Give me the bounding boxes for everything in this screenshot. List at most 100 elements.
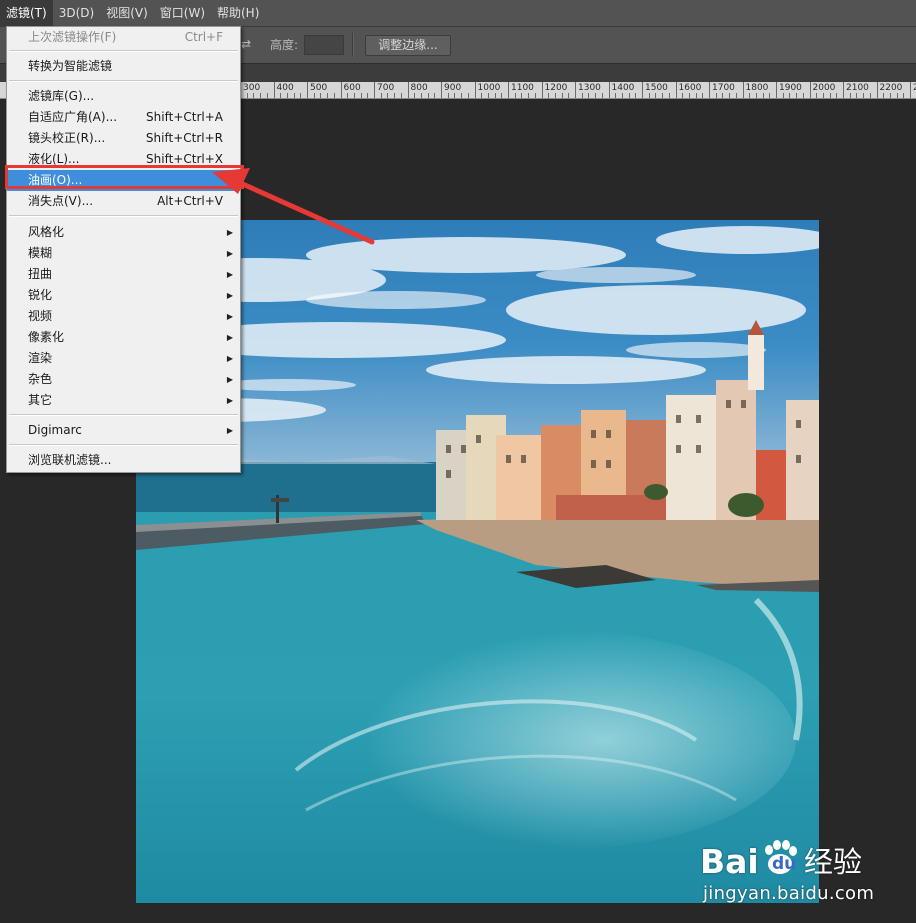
ruler-minor-tick bbox=[729, 93, 731, 98]
ruler-label: 1000 bbox=[477, 83, 501, 93]
ruler-minor-tick bbox=[595, 93, 597, 98]
ruler-minor-tick bbox=[367, 93, 369, 98]
ruler-minor-tick bbox=[266, 93, 268, 98]
ruler-minor-tick bbox=[293, 93, 295, 98]
menu-help[interactable]: 帮助(H) bbox=[211, 0, 265, 26]
ruler-minor-tick bbox=[889, 93, 891, 98]
menu-item-noise[interactable]: 杂色 ▶ bbox=[7, 369, 240, 390]
menu-item-last-filter[interactable]: 上次滤镜操作(F) Ctrl+F bbox=[7, 27, 240, 48]
menu-view[interactable]: 视图(V) bbox=[100, 0, 154, 26]
ruler-label: 1600 bbox=[678, 83, 702, 93]
ruler-minor-tick bbox=[420, 93, 422, 98]
menu-item-stylize[interactable]: 风格化 ▶ bbox=[7, 222, 240, 243]
ruler-minor-tick bbox=[514, 93, 516, 98]
submenu-arrow-icon: ▶ bbox=[226, 333, 233, 342]
ruler-minor-tick bbox=[494, 93, 496, 98]
ruler-label: 1400 bbox=[611, 83, 635, 93]
menu-item-lens-correction[interactable]: 镜头校正(R)... Shift+Ctrl+R bbox=[7, 128, 240, 149]
ruler-minor-tick bbox=[534, 93, 536, 98]
ruler-label: 2000 bbox=[812, 83, 836, 93]
ruler-minor-tick bbox=[360, 93, 362, 98]
watermark-brand-bai: Bai bbox=[700, 842, 759, 881]
ruler-minor-tick bbox=[715, 93, 717, 98]
ruler-minor-tick bbox=[300, 93, 302, 98]
menu-item-convert-smart-filter[interactable]: 转换为智能滤镜 bbox=[7, 56, 240, 77]
ruler-tick bbox=[307, 82, 308, 98]
ruler-label: 2200 bbox=[879, 83, 903, 93]
menu-item-distort[interactable]: 扭曲 ▶ bbox=[7, 264, 240, 285]
ruler-minor-tick bbox=[333, 93, 335, 98]
ruler-minor-tick bbox=[755, 93, 757, 98]
ruler-minor-tick bbox=[863, 93, 865, 98]
ruler-minor-tick bbox=[648, 93, 650, 98]
ruler-label: 600 bbox=[343, 83, 361, 93]
ruler-minor-tick bbox=[749, 93, 751, 98]
ruler-minor-tick bbox=[260, 93, 262, 98]
ruler-minor-tick bbox=[400, 93, 402, 98]
ruler-minor-tick bbox=[762, 93, 764, 98]
menu-item-vanishing-point[interactable]: 消失点(V)... Alt+Ctrl+V bbox=[7, 191, 240, 212]
menu-item-browse-online-filters[interactable]: 浏览联机滤镜... bbox=[7, 450, 240, 471]
menu-item-adaptive-wide-angle[interactable]: 自适应广角(A)... Shift+Ctrl+A bbox=[7, 107, 240, 128]
ruler-tick bbox=[709, 82, 710, 98]
ruler-minor-tick bbox=[487, 93, 489, 98]
ruler-label: 1900 bbox=[779, 83, 802, 93]
ruler-tick bbox=[474, 82, 476, 98]
ruler-minor-tick bbox=[635, 93, 637, 98]
menu-filter[interactable]: 滤镜(T) bbox=[0, 0, 53, 26]
ruler-tick bbox=[876, 82, 878, 98]
submenu-arrow-icon: ▶ bbox=[226, 228, 233, 237]
ruler-tick bbox=[374, 82, 375, 98]
submenu-arrow-icon: ▶ bbox=[226, 249, 233, 258]
menu-separator bbox=[9, 414, 238, 416]
menu-item-blur[interactable]: 模糊 ▶ bbox=[7, 243, 240, 264]
swap-icon[interactable]: ⇄ bbox=[241, 37, 255, 51]
ruler-minor-tick bbox=[447, 93, 449, 98]
ruler-minor-tick bbox=[668, 93, 670, 98]
ruler-label: 1500 bbox=[645, 83, 668, 93]
watermark-url: jingyan.baidu.com bbox=[703, 883, 875, 904]
menu-3d[interactable]: 3D(D) bbox=[53, 0, 100, 26]
height-label: 高度: bbox=[270, 38, 299, 52]
ruler-minor-tick bbox=[782, 93, 784, 98]
ruler-minor-tick bbox=[280, 93, 282, 98]
menu-item-sharpen[interactable]: 锐化 ▶ bbox=[7, 285, 240, 306]
ruler-minor-tick bbox=[695, 93, 697, 98]
ruler-minor-tick bbox=[615, 93, 617, 98]
ruler-minor-tick bbox=[849, 93, 851, 98]
ruler-minor-tick bbox=[454, 93, 456, 98]
menu-item-other[interactable]: 其它 ▶ bbox=[7, 390, 240, 411]
ruler-tick bbox=[776, 82, 777, 98]
ruler-minor-tick bbox=[481, 93, 483, 98]
ruler-minor-tick bbox=[822, 93, 824, 98]
menu-separator bbox=[9, 50, 238, 52]
ruler-tick bbox=[407, 82, 409, 98]
menu-item-video[interactable]: 视频 ▶ bbox=[7, 306, 240, 327]
menu-item-filter-gallery[interactable]: 滤镜库(G)... bbox=[7, 86, 240, 107]
menu-item-digimarc[interactable]: Digimarc ▶ bbox=[7, 420, 240, 441]
menu-window[interactable]: 窗口(W) bbox=[154, 0, 211, 26]
ruler-minor-tick bbox=[347, 93, 349, 98]
ruler-minor-tick bbox=[501, 93, 503, 98]
ruler-minor-tick bbox=[856, 93, 858, 98]
ruler-minor-tick bbox=[394, 93, 396, 98]
ruler-minor-tick bbox=[628, 93, 630, 98]
ruler-label: 700 bbox=[377, 83, 395, 93]
ruler-minor-tick bbox=[353, 93, 355, 98]
menu-item-render[interactable]: 渲染 ▶ bbox=[7, 348, 240, 369]
ruler-tick bbox=[642, 82, 643, 98]
ruler-minor-tick bbox=[816, 93, 818, 98]
menu-item-pixelate[interactable]: 像素化 ▶ bbox=[7, 327, 240, 348]
height-input[interactable] bbox=[304, 35, 344, 55]
ruler-tick bbox=[608, 82, 610, 98]
ruler-minor-tick bbox=[554, 93, 556, 98]
ruler-minor-tick bbox=[380, 93, 382, 98]
ruler-minor-tick bbox=[561, 93, 563, 98]
ruler-minor-tick bbox=[568, 93, 570, 98]
ruler-label: 1300 bbox=[578, 83, 601, 93]
refine-edge-button[interactable]: 调整边缘... bbox=[365, 35, 451, 56]
ruler-minor-tick bbox=[869, 93, 871, 98]
ruler-tick bbox=[675, 82, 677, 98]
menu-separator bbox=[9, 80, 238, 82]
ruler-tick bbox=[742, 82, 744, 98]
